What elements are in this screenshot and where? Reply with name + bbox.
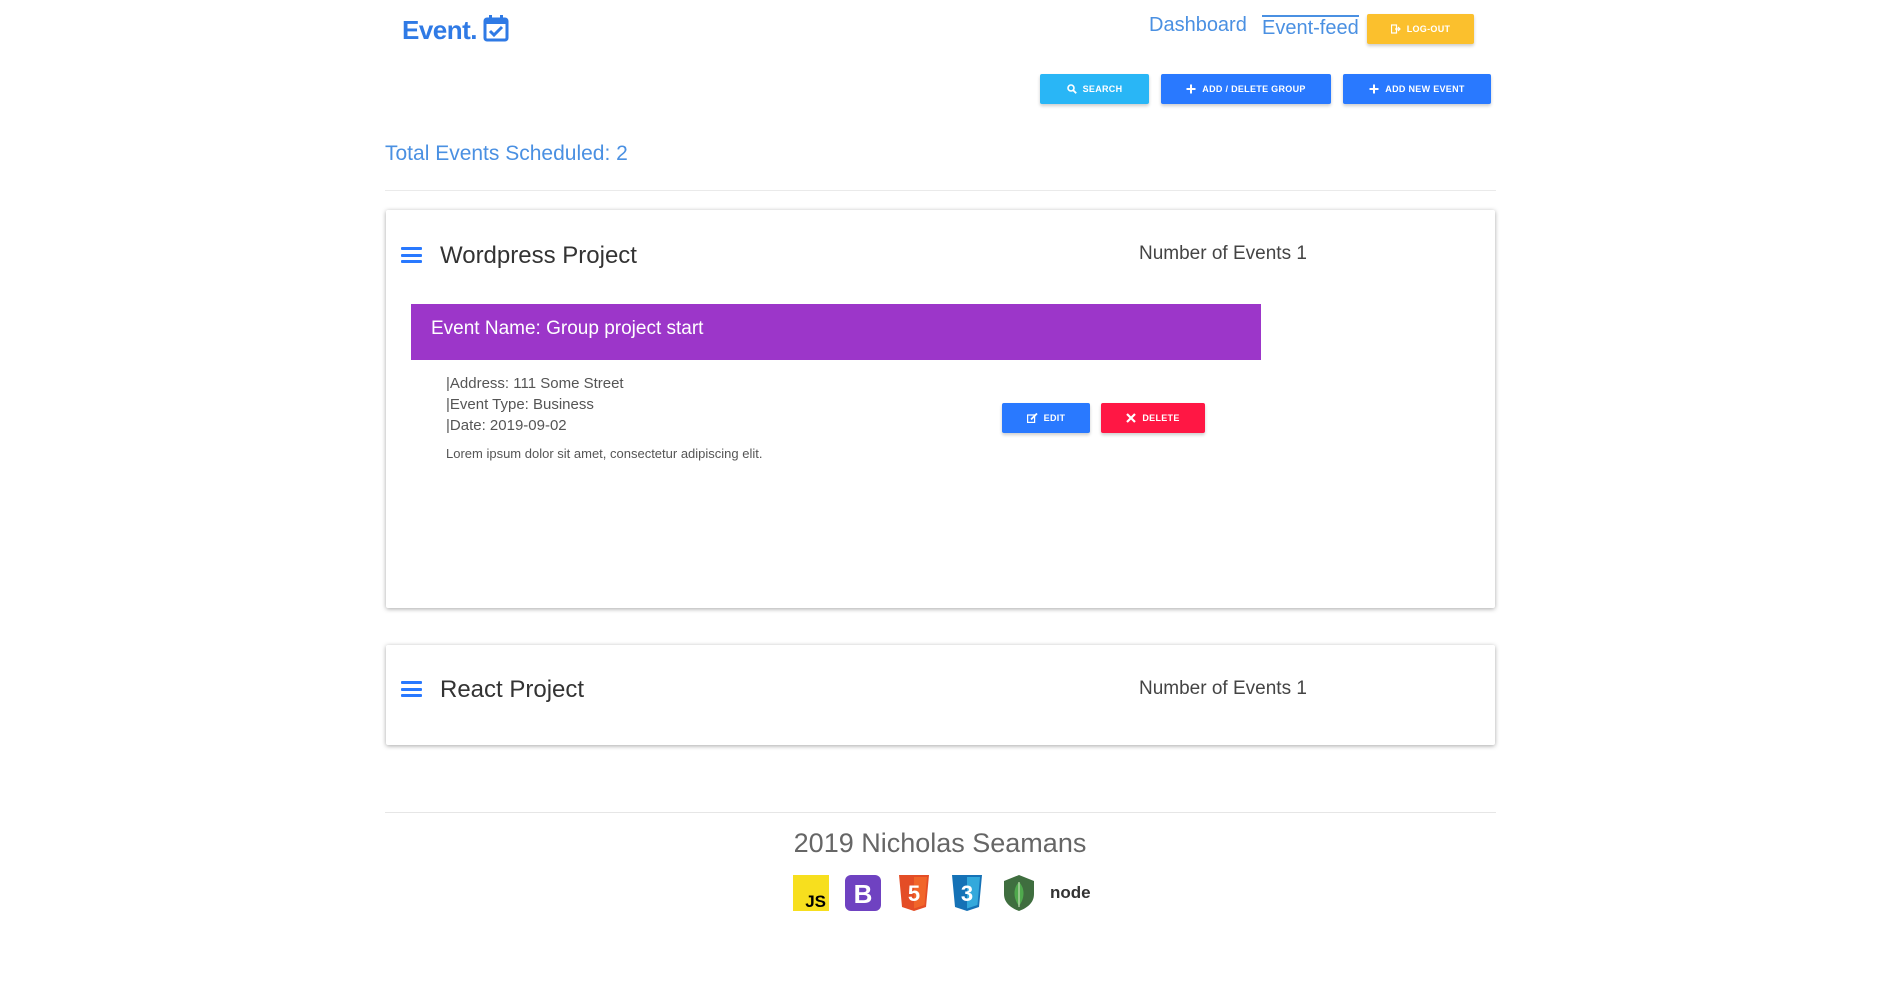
mongodb-icon [1001,875,1037,911]
total-events-heading: Total Events Scheduled: 2 [385,142,628,165]
nodejs-label: node [1050,883,1091,902]
logo-text: Event. [402,14,478,45]
nav-event-feed[interactable]: Event-feed [1262,15,1359,40]
event-header[interactable]: Event Name: Group project start [411,304,1261,360]
group-event-count: Number of Events 1 [1139,678,1307,699]
sign-out-icon [1390,24,1401,34]
edit-label: EDIT [1043,413,1066,423]
group-event-count: Number of Events 1 [1139,243,1307,264]
add-new-event-label: ADD NEW EVENT [1385,84,1465,94]
logout-button[interactable]: LOG-OUT [1367,14,1474,44]
edit-icon [1026,413,1038,423]
hamburger-menu-icon[interactable] [401,681,422,697]
javascript-label: JS [805,892,826,911]
css3-icon: 3 [950,875,984,911]
calendar-check-icon [483,14,509,47]
hamburger-menu-icon[interactable] [401,247,422,263]
search-icon [1066,84,1077,94]
delete-label: DELETE [1142,413,1180,423]
html5-label: 5 [908,881,920,906]
event-description: Lorem ipsum dolor sit amet, consectetur … [446,446,763,461]
footer-copyright: 2019 Nicholas Seamans [793,828,1087,858]
delete-button[interactable]: DELETE [1101,403,1205,433]
javascript-icon: JS [793,875,829,911]
css3-label: 3 [961,881,973,906]
event-address: |Address: 111 Some Street [446,375,624,392]
add-delete-group-label: ADD / DELETE GROUP [1202,84,1306,94]
search-button[interactable]: SEARCH [1040,74,1149,104]
nodejs-icon: node [1048,875,1102,911]
close-icon [1126,413,1137,423]
divider [385,190,1496,191]
event-date: |Date: 2019-09-02 [446,417,567,434]
bootstrap-icon: B [845,875,881,911]
group-title[interactable]: React Project [440,676,584,704]
search-label: SEARCH [1082,84,1123,94]
event-type: |Event Type: Business [446,396,594,413]
group-title[interactable]: Wordpress Project [440,242,637,270]
add-new-event-button[interactable]: ADD NEW EVENT [1343,74,1491,104]
footer-divider [385,812,1496,813]
event-name: Event Name: Group project start [431,318,704,339]
nav-dashboard[interactable]: Dashboard [1149,14,1247,37]
plus-icon [1369,84,1379,94]
logout-label: LOG-OUT [1406,24,1451,34]
add-delete-group-button[interactable]: ADD / DELETE GROUP [1161,74,1331,104]
bootstrap-label: B [854,879,873,909]
edit-button[interactable]: EDIT [1002,403,1090,433]
plus-icon [1186,84,1196,94]
app-logo[interactable]: Event. [402,10,509,50]
html5-icon: 5 [897,875,931,911]
